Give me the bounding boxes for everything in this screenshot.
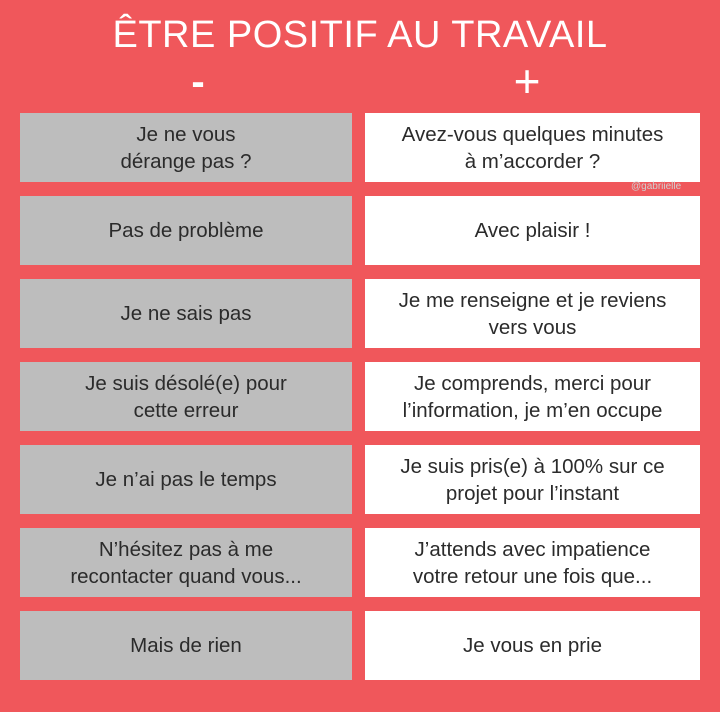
negative-phrase-cell: Pas de problème <box>20 196 352 265</box>
negative-phrase: Je ne sais pas <box>120 302 252 325</box>
positive-phrase: Avez-vous quelques minutes à m’accorder … <box>401 122 664 173</box>
author-watermark: @gabriielle <box>631 181 682 192</box>
negative-phrase: Pas de problème <box>108 219 264 242</box>
positive-phrase-cell: Je me renseigne et je reviens vers vous <box>365 279 700 348</box>
negative-phrase-cell: Je ne vous dérange pas ? <box>20 113 352 182</box>
negative-phrase-cell: Mais de rien <box>20 611 352 680</box>
positive-phrase: Avec plaisir ! <box>474 219 591 242</box>
positive-phrase: Je suis pris(e) à 100% sur ce projet pou… <box>400 454 665 505</box>
negative-phrase-cell: N’hésitez pas à me recontacter quand vou… <box>20 528 352 597</box>
positive-phrase-cell: Avec plaisir ! <box>365 196 700 265</box>
positive-phrase-cell: Je comprends, merci pour l’information, … <box>365 362 700 431</box>
positive-phrase-cell: J’attends avec impatience votre retour u… <box>365 528 700 597</box>
comparison-table: Je ne vous dérange pas ? Avez-vous quelq… <box>0 0 720 712</box>
negative-phrase: Je n’ai pas le temps <box>95 468 277 491</box>
positive-phrase: Je vous en prie <box>462 634 603 657</box>
positive-phrase: Je me renseigne et je reviens vers vous <box>398 288 667 339</box>
negative-phrase-cell: Je suis désolé(e) pour cette erreur <box>20 362 352 431</box>
positive-phrase-cell: Je vous en prie <box>365 611 700 680</box>
positive-phrase-cell: Je suis pris(e) à 100% sur ce projet pou… <box>365 445 700 514</box>
negative-phrase: Je ne vous dérange pas ? <box>120 122 252 173</box>
negative-phrase: Mais de rien <box>130 634 242 657</box>
positive-phrase: J’attends avec impatience votre retour u… <box>412 537 653 588</box>
negative-phrase-cell: Je n’ai pas le temps <box>20 445 352 514</box>
negative-phrase: N’hésitez pas à me recontacter quand vou… <box>70 537 302 588</box>
negative-phrase: Je suis désolé(e) pour cette erreur <box>85 371 287 422</box>
positive-phrase-cell: Avez-vous quelques minutes à m’accorder … <box>365 113 700 182</box>
positive-phrase: Je comprends, merci pour l’information, … <box>402 371 663 422</box>
negative-phrase-cell: Je ne sais pas <box>20 279 352 348</box>
